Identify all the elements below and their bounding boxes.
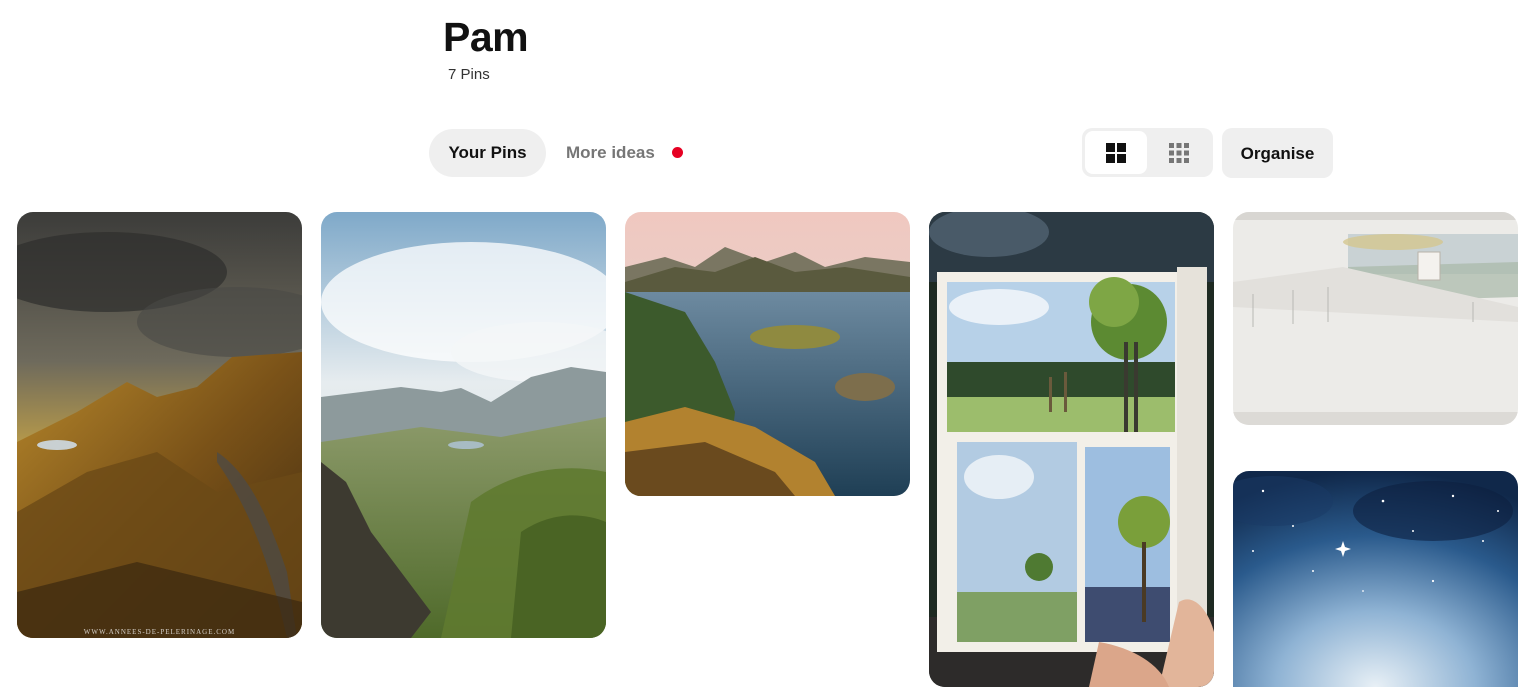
pin-quiraing-green-valley[interactable]: [321, 212, 606, 638]
pin-quiraing-sunset[interactable]: WWW.ANNEES-DE-PELERINAGE.COM: [17, 212, 302, 638]
pin-watercolor-sketchbook[interactable]: [929, 212, 1214, 687]
default-grid-icon: [1106, 142, 1126, 163]
notification-dot: [672, 147, 683, 158]
pin-image: [1233, 212, 1518, 425]
default-grid-view-button[interactable]: [1085, 131, 1147, 174]
pin-fjord-islands[interactable]: [625, 212, 910, 496]
compact-grid-view-button[interactable]: [1148, 131, 1210, 174]
pin-watercolor-night-sky[interactable]: [1233, 471, 1518, 687]
organise-button[interactable]: Organise: [1222, 128, 1333, 178]
pin-image: [17, 212, 302, 638]
pin-image: [929, 212, 1214, 687]
pin-image: [625, 212, 910, 496]
compact-grid-icon: [1169, 142, 1189, 163]
board-title: Pam: [443, 14, 529, 60]
pin-watercolor-landscape-sketch[interactable]: [1233, 212, 1518, 425]
pin-image: [1233, 471, 1518, 687]
tab-your-pins[interactable]: Your Pins: [429, 129, 546, 177]
view-toggle: [1082, 128, 1213, 177]
pin-watermark: WWW.ANNEES-DE-PELERINAGE.COM: [83, 628, 236, 636]
pin-count: 7 Pins: [448, 66, 490, 83]
pin-image: [321, 212, 606, 638]
board-page: Pam 7 Pins Your Pins More ideas Organise…: [0, 0, 1536, 687]
